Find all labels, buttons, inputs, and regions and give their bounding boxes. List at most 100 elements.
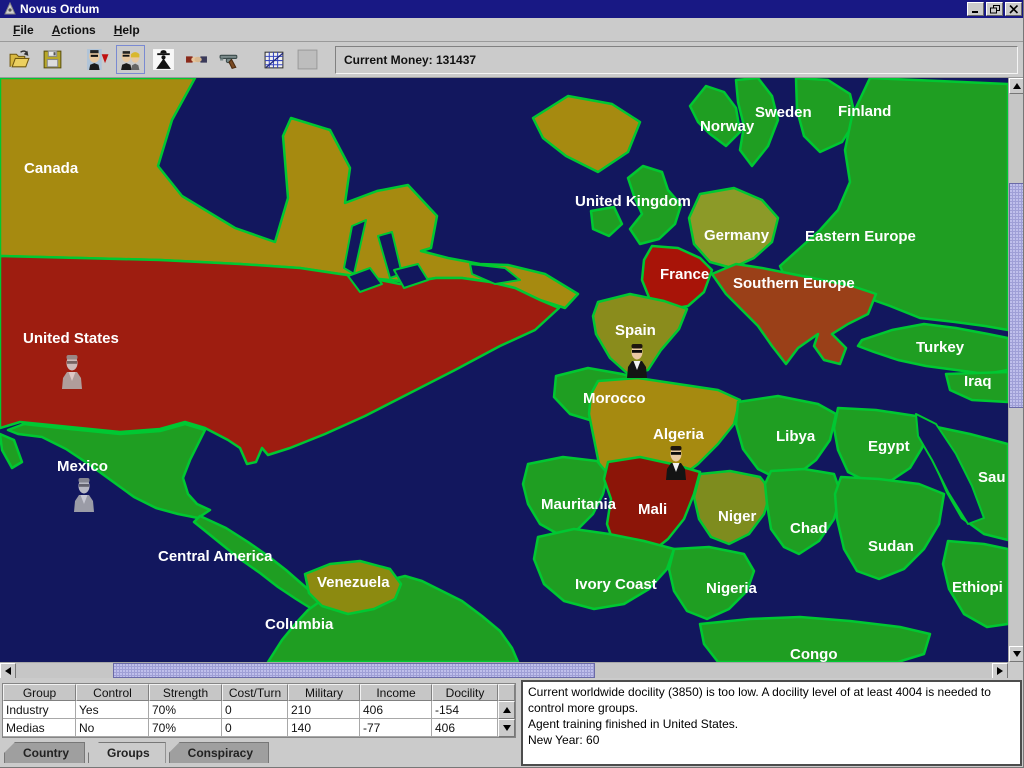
window-controls: [967, 2, 1022, 16]
table-cell-row1[interactable]: 70%: [149, 719, 222, 737]
save-icon[interactable]: [39, 46, 66, 73]
groups-panel: GroupControlStrengthCost/TurnMilitaryInc…: [0, 678, 517, 768]
tab-country[interactable]: Country: [4, 742, 85, 763]
app-icon: [3, 2, 17, 16]
scroll-left-button[interactable]: [0, 663, 16, 679]
tab-groups[interactable]: Groups: [88, 742, 166, 763]
menu-actions[interactable]: Actions: [43, 20, 105, 40]
map-label-chad: Chad: [790, 520, 828, 537]
log-line: Agent training finished in United States…: [528, 716, 1015, 732]
world-map[interactable]: Canada United States Mexico Central America…: [0, 78, 1008, 662]
column-header-docility[interactable]: Docility: [432, 684, 498, 701]
table-scrollbar: [498, 684, 515, 737]
table-cell-row0[interactable]: 0: [222, 701, 288, 719]
log-line: control more groups.: [528, 700, 1015, 716]
menu-help[interactable]: Help: [105, 20, 149, 40]
horizontal-scroll-thumb[interactable]: [113, 663, 595, 678]
map-label-mauritania: Mauritania: [541, 496, 617, 513]
minimize-button[interactable]: [967, 2, 984, 16]
map-label-ivory-coast: Ivory Coast: [575, 576, 657, 593]
column-header-control[interactable]: Control: [76, 684, 149, 701]
tab-conspiracy[interactable]: Conspiracy: [169, 742, 269, 763]
toolbar: Current Money: 131437: [0, 42, 1024, 78]
table-scroll-up-button[interactable]: [498, 701, 515, 719]
menu-file[interactable]: File: [4, 20, 43, 40]
map-label-libya: Libya: [776, 428, 816, 445]
map-label-germany: Germany: [704, 227, 770, 244]
map-label-norway: Norway: [700, 118, 755, 135]
blank-icon[interactable]: [294, 46, 321, 73]
scroll-up-button[interactable]: [1009, 78, 1024, 94]
map-label-france: France: [660, 266, 709, 283]
map-label-algeria: Algeria: [653, 426, 705, 443]
column-header-cost-turn[interactable]: Cost/Turn: [222, 684, 288, 701]
map-vertical-scrollbar[interactable]: [1008, 78, 1024, 662]
groups-table-grid: GroupControlStrengthCost/TurnMilitaryInc…: [3, 684, 498, 737]
table-cell-row1[interactable]: No: [76, 719, 149, 737]
panel-tabs: CountryGroupsConspiracy: [2, 742, 517, 763]
table-cell-row0[interactable]: 210: [288, 701, 360, 719]
map-label-spain: Spain: [615, 322, 656, 339]
spy-icon[interactable]: [150, 46, 177, 73]
map-label-finland: Finland: [838, 103, 891, 120]
message-log: Current worldwide docility (3850) is too…: [521, 680, 1022, 766]
map-label-canada: Canada: [24, 160, 79, 177]
map-label-mali: Mali: [638, 501, 667, 518]
map-label-venezuela: Venezuela: [317, 574, 390, 591]
map-label-united-states: United States: [23, 330, 119, 347]
table-cell-row1[interactable]: -77: [360, 719, 432, 737]
map-label-morocco: Morocco: [583, 390, 646, 407]
map-label-columbia: Columbia: [265, 616, 334, 633]
table-cell-row0[interactable]: 406: [360, 701, 432, 719]
scroll-down-button[interactable]: [1009, 646, 1024, 662]
column-header-group[interactable]: Group: [3, 684, 76, 701]
agents-icon[interactable]: [117, 46, 144, 73]
title-bar[interactable]: Novus Ordum: [0, 0, 1024, 18]
column-header-strength[interactable]: Strength: [149, 684, 222, 701]
money-label: Current Money: 131437: [344, 53, 476, 67]
map-horizontal-scrollbar[interactable]: [0, 662, 1008, 678]
map-label-congo: Congo: [790, 646, 837, 662]
restore-button[interactable]: [986, 2, 1003, 16]
table-cell-row1[interactable]: 0: [222, 719, 288, 737]
table-cell-row0[interactable]: -154: [432, 701, 498, 719]
scrollbar-corner: [1008, 662, 1024, 678]
table-cell-row1[interactable]: Medias: [3, 719, 76, 737]
log-line: Current worldwide docility (3850) is too…: [528, 684, 1015, 700]
table-cell-row1[interactable]: 140: [288, 719, 360, 737]
stats-grid-icon[interactable]: [261, 46, 288, 73]
table-cell-row1[interactable]: 406: [432, 719, 498, 737]
window-title: Novus Ordum: [20, 0, 967, 18]
vertical-scroll-thumb[interactable]: [1009, 183, 1024, 408]
column-header-military[interactable]: Military: [288, 684, 360, 701]
map-label-mexico: Mexico: [57, 458, 108, 475]
table-cell-row0[interactable]: 70%: [149, 701, 222, 719]
table-scroll-down-button[interactable]: [498, 719, 515, 737]
map-label-saudi: Sau: [978, 469, 1006, 486]
toolbar-buttons: [0, 46, 321, 73]
map-label-egypt: Egypt: [868, 438, 910, 455]
map-label-eastern-europe: Eastern Europe: [805, 228, 916, 245]
menu-bar: FileActionsHelp: [0, 18, 1024, 42]
table-scrollbar-cap: [498, 684, 515, 701]
map-label-united-kingdom: United Kingdom: [575, 193, 691, 210]
column-header-income[interactable]: Income: [360, 684, 432, 701]
map-label-sudan: Sudan: [868, 538, 914, 555]
open-icon[interactable]: [6, 46, 33, 73]
groups-table: GroupControlStrengthCost/TurnMilitaryInc…: [2, 683, 516, 738]
map-label-iraq: Iraq: [964, 373, 992, 390]
close-button[interactable]: [1005, 2, 1022, 16]
table-cell-row0[interactable]: Industry: [3, 701, 76, 719]
map-label-central-america: Central America: [158, 548, 273, 565]
map-label-nigeria: Nigeria: [706, 580, 758, 597]
map-label-sweden: Sweden: [755, 104, 812, 121]
agent-action-icon[interactable]: [84, 46, 111, 73]
handshake-icon[interactable]: [183, 46, 210, 73]
map-label-ethiopia: Ethiopi: [952, 579, 1003, 596]
gun-icon[interactable]: [216, 46, 243, 73]
map-label-southern-europe: Southern Europe: [733, 275, 855, 292]
application-window: Novus Ordum FileActionsHelp Current Mone…: [0, 0, 1024, 768]
scroll-right-button[interactable]: [992, 663, 1008, 679]
log-line: New Year: 60: [528, 732, 1015, 748]
table-cell-row0[interactable]: Yes: [76, 701, 149, 719]
